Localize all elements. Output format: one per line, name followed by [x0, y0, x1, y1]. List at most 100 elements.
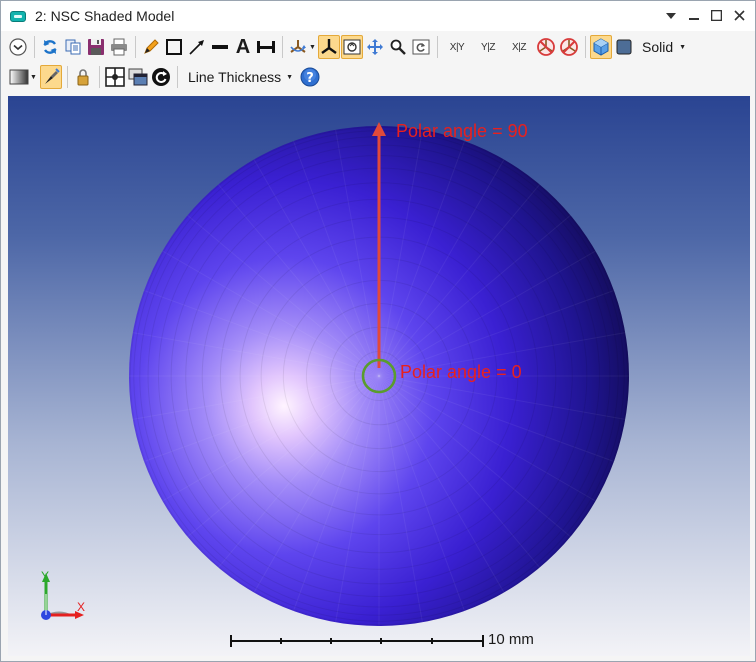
copy-button[interactable] [62, 35, 84, 59]
main-toolbar: A ▼ X|Y Y|Z X|Z Solid ▼ [1, 32, 755, 62]
coordinate-triad: Y X [41, 569, 85, 620]
toolbar-separator [282, 36, 283, 58]
dropdown-caret-icon [665, 12, 676, 19]
toolbar-separator [99, 66, 100, 88]
gradient-icon [9, 69, 29, 85]
grid-crosshair-icon [105, 67, 125, 87]
lock-icon [77, 69, 89, 86]
line-icon [212, 45, 228, 49]
scale-bar [230, 635, 484, 647]
toolbar-separator [437, 36, 438, 58]
window-menu-button[interactable] [659, 4, 682, 27]
save-icon [88, 39, 104, 55]
title-bar: 2: NSC Shaded Model [1, 1, 755, 31]
maximize-icon [711, 10, 722, 21]
close-icon [734, 10, 745, 21]
chevron-down-circle-icon [9, 38, 27, 56]
axes-icon [321, 39, 337, 54]
shaded-sphere-rendering: Y X [41, 122, 629, 647]
minimize-button[interactable] [682, 4, 705, 27]
copy-icon [65, 39, 81, 55]
secondary-toolbar: ▼ Line Thickness ▼ ? [1, 62, 755, 92]
lighting-button[interactable] [40, 65, 62, 89]
square-solid-icon [616, 39, 632, 55]
rotate-3d-icon [290, 40, 307, 53]
dimension-icon [257, 41, 275, 53]
axes-toggle-button[interactable] [318, 35, 340, 59]
polar-angle-90-label: Polar angle = 90 [396, 121, 528, 141]
dropdown-caret-icon: ▼ [286, 73, 294, 81]
background-gradient-dropdown[interactable]: ▼ [7, 65, 39, 89]
triad-x-label: X [77, 600, 85, 614]
auto-update-icon [152, 68, 170, 86]
minimize-icon [688, 17, 699, 20]
pan-icon [367, 39, 383, 55]
shaded-model-viewport[interactable]: Y X Polar angle = 90 Polar angle = 0 10 … [8, 96, 750, 656]
rectangle-icon [166, 39, 182, 55]
auto-update-button[interactable] [150, 65, 172, 89]
toolbar-separator [34, 36, 35, 58]
display-mode-dropdown[interactable]: Solid ▼ [636, 35, 692, 59]
close-button[interactable] [728, 4, 751, 27]
zoom-button[interactable] [387, 35, 409, 59]
scale-bar-label: 10 mm [488, 631, 534, 648]
toolbar-separator [177, 66, 178, 88]
objects-disabled-icon [560, 38, 578, 56]
refresh-button[interactable] [39, 35, 61, 59]
help-icon: ? [300, 67, 320, 87]
dropdown-caret-icon: ▼ [309, 43, 316, 51]
dimension-tool-button[interactable] [255, 35, 277, 59]
reset-view-button[interactable] [410, 35, 432, 59]
shaded-solid-button[interactable] [590, 35, 612, 59]
pencil-icon [144, 39, 159, 54]
lock-button[interactable] [72, 65, 94, 89]
window-controls [659, 4, 751, 27]
dropdown-caret-icon: ▼ [30, 73, 37, 81]
windows-cascade-icon [128, 68, 148, 86]
svg-text:?: ? [306, 71, 314, 86]
print-button[interactable] [108, 35, 130, 59]
view-yz-button[interactable]: Y|Z [473, 35, 503, 59]
display-mode-value: Solid [642, 39, 674, 55]
settings-expand-button[interactable] [7, 35, 29, 59]
polar-angle-0-label: Polar angle = 0 [400, 362, 522, 382]
reset-view-icon [412, 39, 430, 55]
fit-view-icon [343, 39, 361, 55]
rectangle-tool-button[interactable] [163, 35, 185, 59]
grid-layout-button[interactable] [104, 65, 126, 89]
fit-view-button[interactable] [341, 35, 363, 59]
arrow-tool-button[interactable] [186, 35, 208, 59]
dropdown-caret-icon: ▼ [679, 43, 687, 51]
rays-disabled-icon [537, 38, 555, 56]
line-tool-button[interactable] [209, 35, 231, 59]
objects-off-button[interactable] [558, 35, 580, 59]
view-xz-button[interactable]: X|Z [504, 35, 534, 59]
triad-y-label: Y [41, 569, 49, 583]
toolbar-separator [135, 36, 136, 58]
save-button[interactable] [85, 35, 107, 59]
magnifier-icon [390, 39, 406, 55]
toolbar-separator [67, 66, 68, 88]
window-layout-button[interactable] [127, 65, 149, 89]
print-icon [111, 38, 127, 56]
refresh-icon [43, 40, 57, 54]
shaded-flat-button[interactable] [613, 35, 635, 59]
line-thickness-label: Line Thickness [188, 69, 282, 85]
rays-off-button[interactable] [535, 35, 557, 59]
view-xy-button[interactable]: X|Y [442, 35, 472, 59]
cube-solid-icon [593, 38, 609, 56]
pencil-tool-button[interactable] [140, 35, 162, 59]
app-window-icon [10, 10, 26, 22]
rotate-view-dropdown[interactable]: ▼ [287, 35, 317, 59]
maximize-button[interactable] [705, 4, 728, 27]
flashlight-icon [45, 68, 60, 84]
nsc-shaded-model-window: 2: NSC Shaded Model A ▼ X|Y Y|Z X|Z Soli… [0, 0, 756, 662]
arrow-line-icon [189, 40, 204, 55]
line-thickness-dropdown[interactable]: Line Thickness ▼ [182, 65, 299, 89]
help-button[interactable]: ? [299, 65, 321, 89]
text-tool-button[interactable]: A [232, 35, 254, 59]
window-title: 2: NSC Shaded Model [35, 8, 175, 24]
pan-button[interactable] [364, 35, 386, 59]
text-tool-label: A [235, 35, 251, 58]
toolbar-separator [585, 36, 586, 58]
